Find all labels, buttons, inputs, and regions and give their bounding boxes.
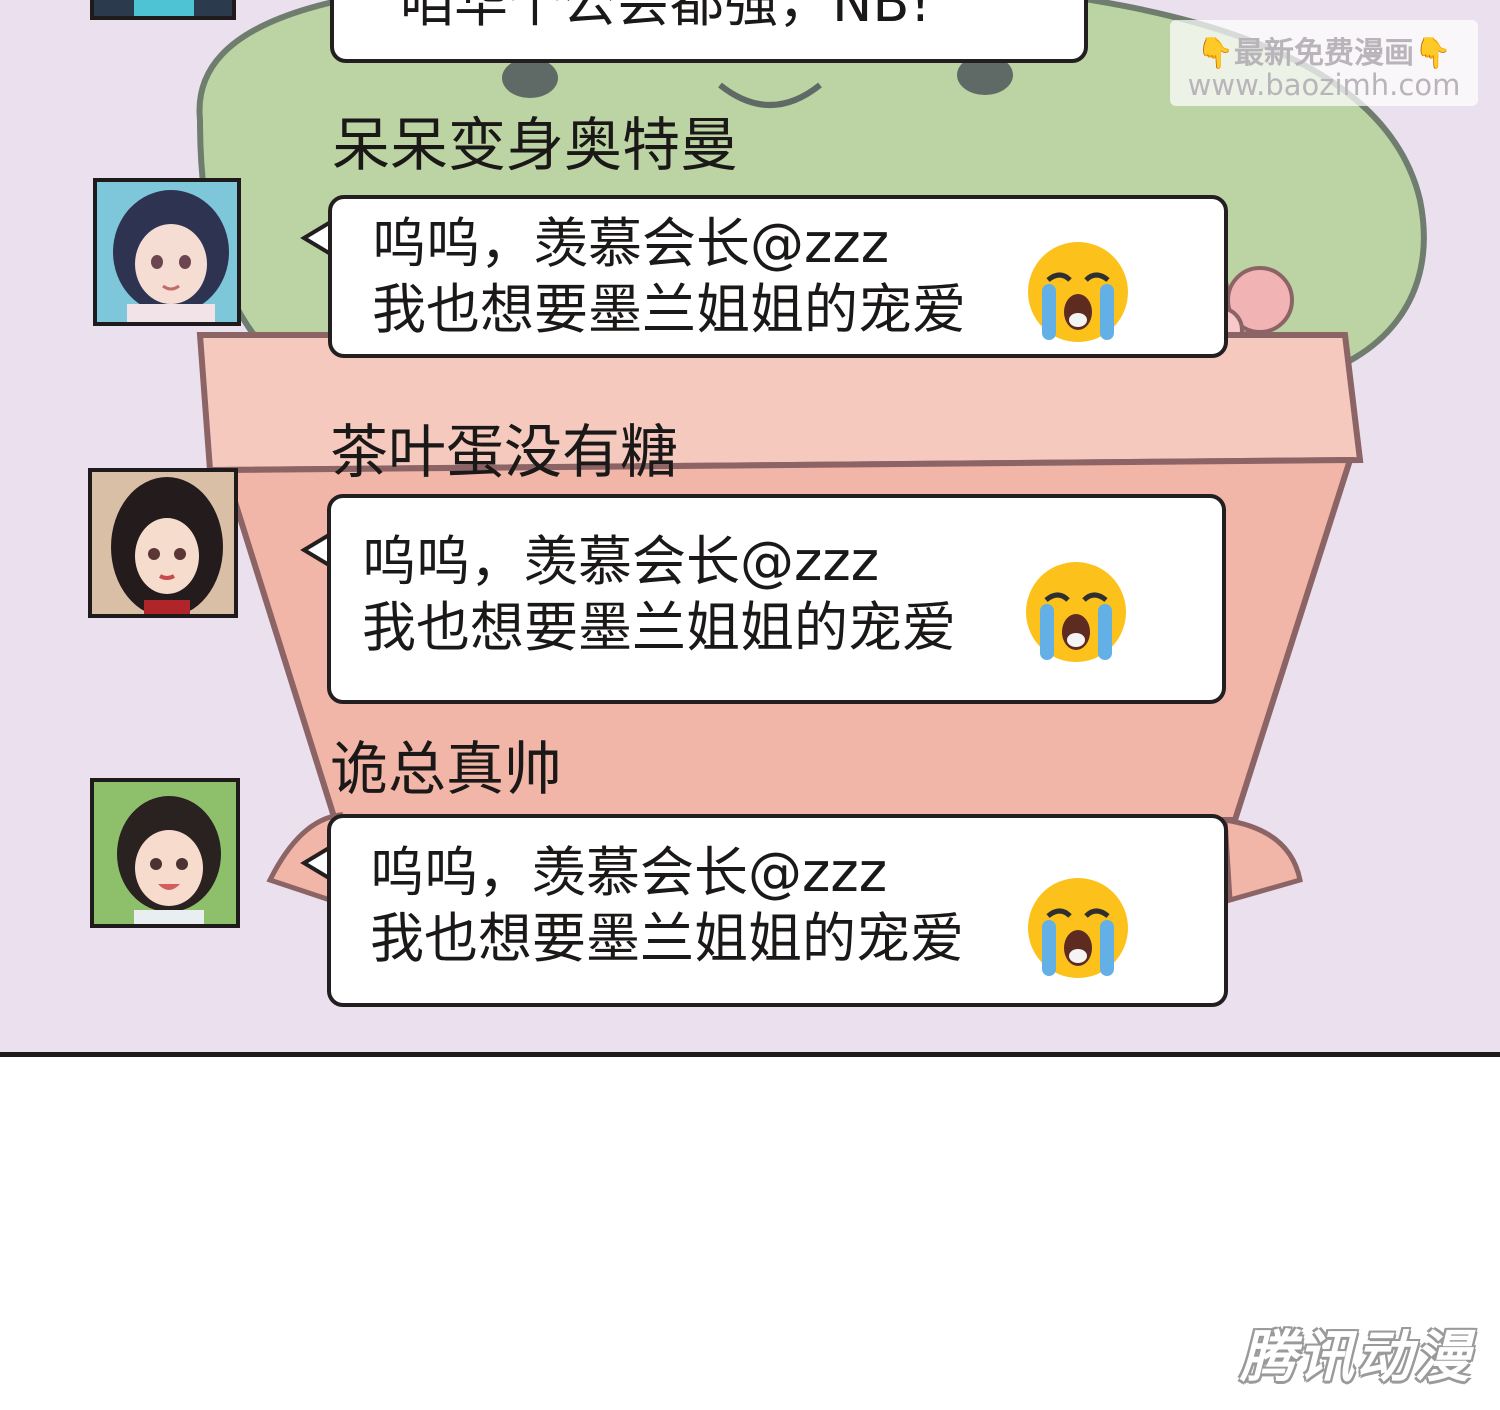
watermark-url: www.baozimh.com <box>1187 68 1461 102</box>
avatar[interactable] <box>93 178 241 326</box>
loudly-crying-face-icon <box>1028 242 1128 342</box>
message-text: 咱华个公会都强，NB! <box>400 0 932 34</box>
message-line: 我也想要墨兰姐姐的宠爱 <box>372 278 966 341</box>
pointing-down-hand-icon: 👇 <box>1414 36 1452 71</box>
message-line: 呜呜，羡慕会长@zzz <box>362 530 880 593</box>
message-line: 呜呜，羡慕会长@zzz <box>370 841 888 904</box>
pointing-down-hand-icon: 👇 <box>1196 36 1234 71</box>
chat-panel: 咱华个公会都强，NB! 👇最新免费漫画👇 www.baozimh.com 呆呆变… <box>0 0 1500 1057</box>
loudly-crying-face-icon <box>1028 878 1128 978</box>
sender-name: 呆呆变身奥特曼 <box>332 111 739 179</box>
sender-name: 茶叶蛋没有糖 <box>330 418 679 486</box>
watermark: 👇最新免费漫画👇 www.baozimh.com <box>1170 20 1478 106</box>
message-line: 我也想要墨兰姐姐的宠爱 <box>370 907 964 970</box>
avatar[interactable] <box>88 468 238 618</box>
sender-name: 诡总真帅 <box>330 735 563 803</box>
avatar[interactable] <box>90 778 240 928</box>
brand-logo: 腾讯动漫 <box>1240 1325 1472 1390</box>
message-line: 我也想要墨兰姐姐的宠爱 <box>362 596 956 659</box>
avatar[interactable] <box>90 0 236 20</box>
loudly-crying-face-icon <box>1026 562 1126 662</box>
watermark-text: 最新免费漫画 <box>1234 36 1414 71</box>
message-line: 呜呜，羡慕会长@zzz <box>372 212 890 275</box>
